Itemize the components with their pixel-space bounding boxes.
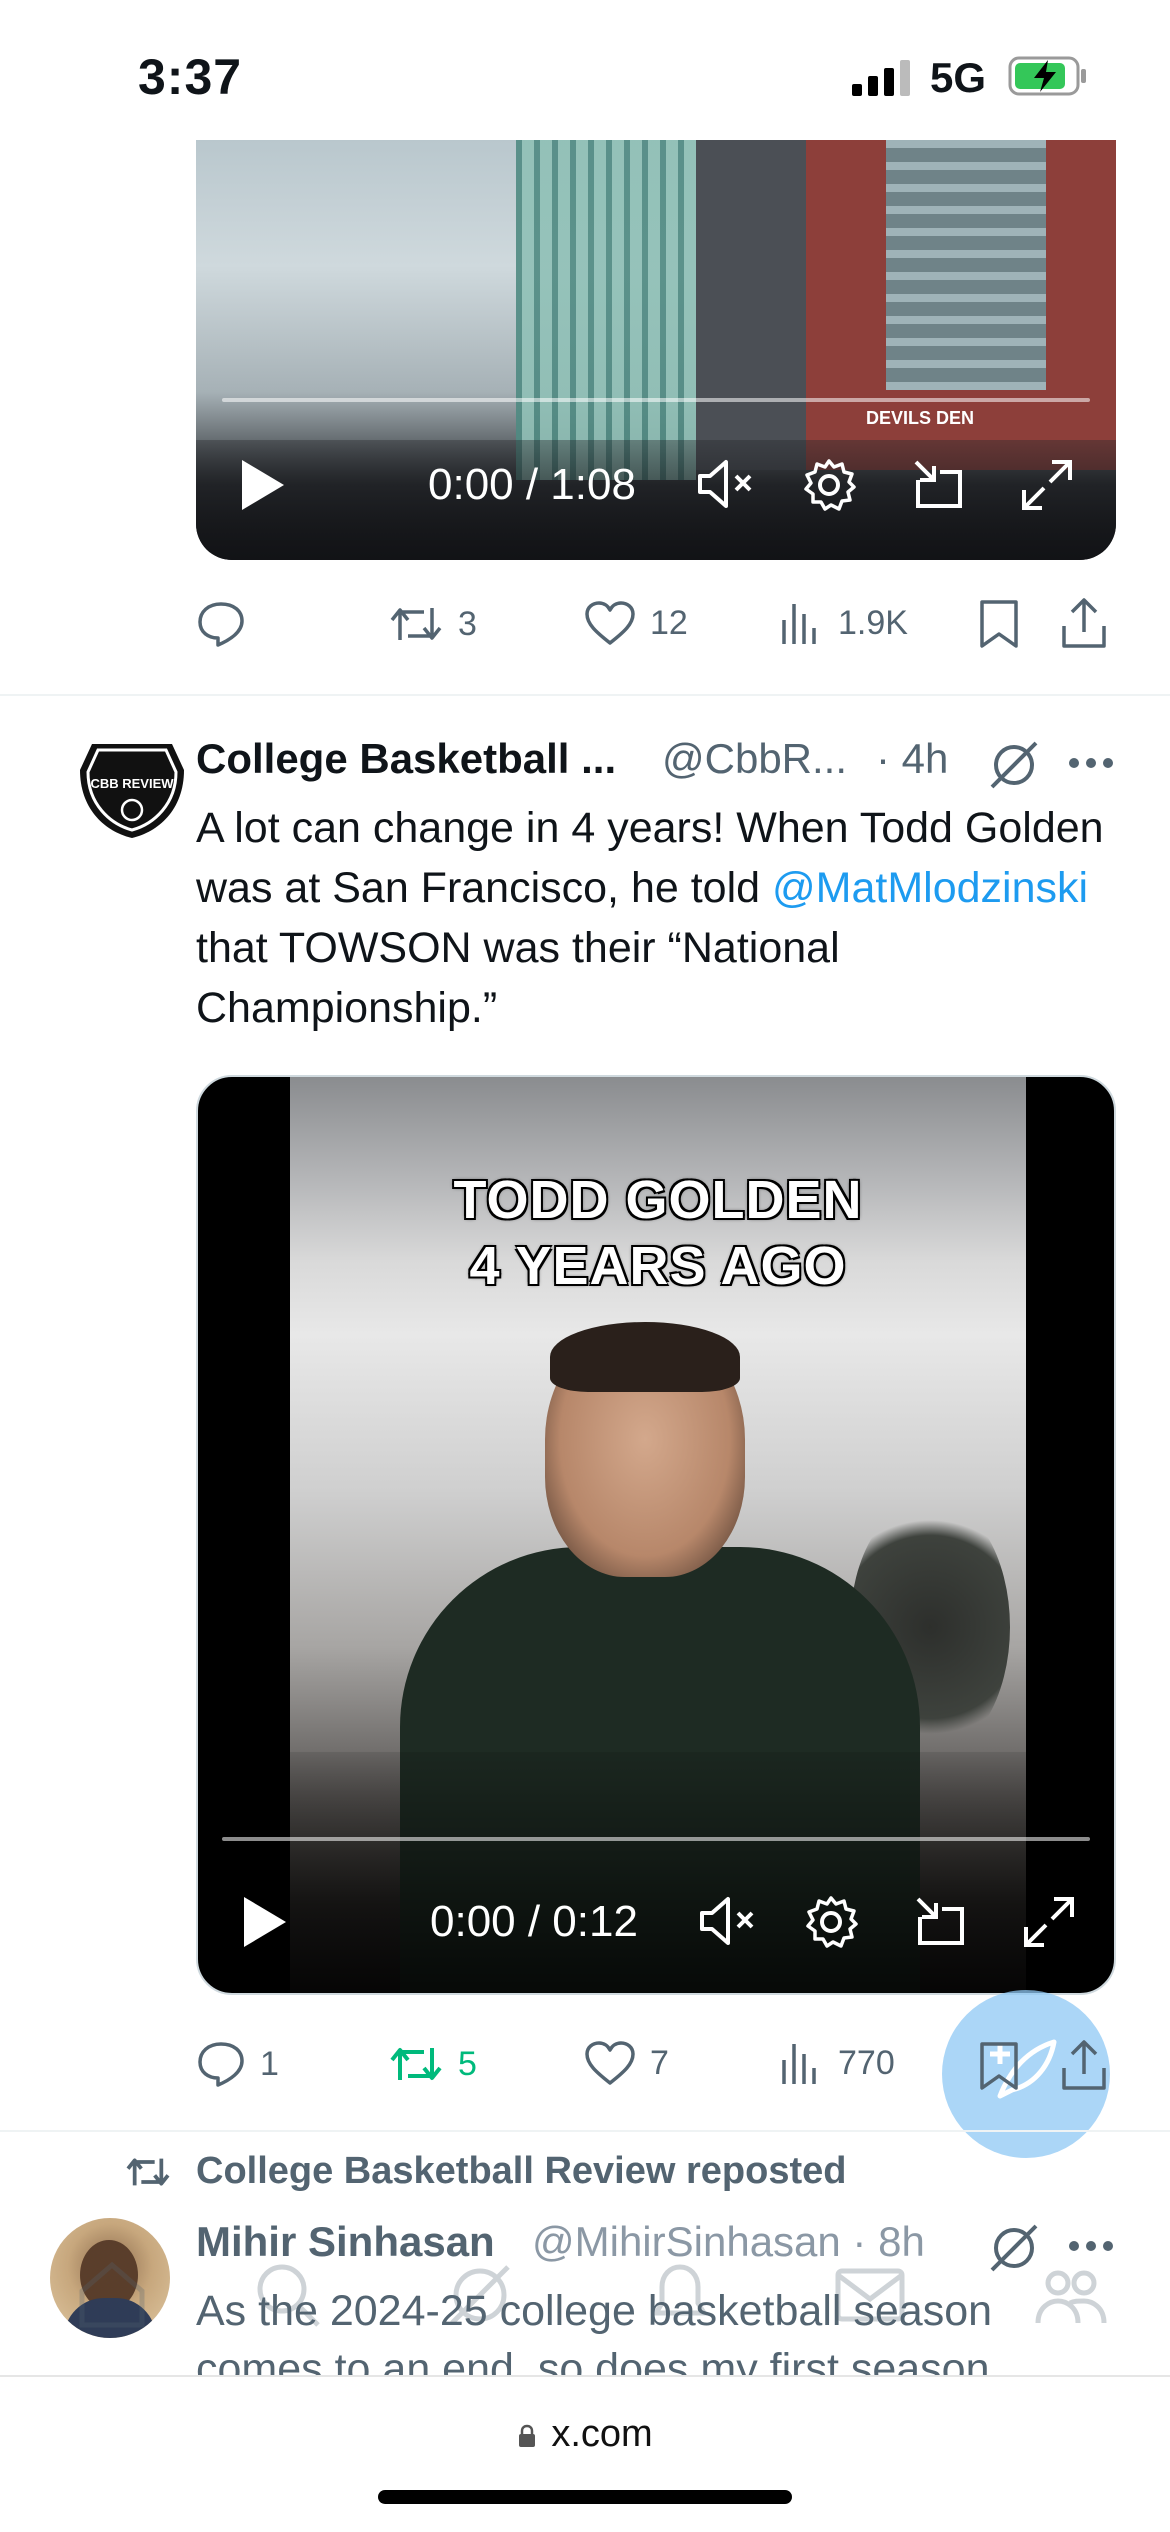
avatar-text: CBB REVIEW xyxy=(90,776,174,791)
grok-icon[interactable] xyxy=(986,737,1042,793)
video-frame: TODD GOLDEN 4 YEARS AGO xyxy=(290,1077,1026,1993)
cbb-review-avatar[interactable]: CBB REVIEW xyxy=(72,740,192,840)
video-progress-bar[interactable] xyxy=(222,1837,1090,1841)
share-icon[interactable] xyxy=(1060,596,1108,650)
bookmark-icon[interactable] xyxy=(978,2040,1020,2092)
home-icon[interactable] xyxy=(72,2255,152,2335)
reply-button[interactable] xyxy=(196,600,260,648)
url-display[interactable]: x.com xyxy=(0,2413,1170,2456)
tweet-text-part2: that TOWSON was their “National Champion… xyxy=(196,924,840,1032)
reply-count: 1 xyxy=(260,2044,279,2083)
repost-icon xyxy=(390,2048,442,2080)
tweet2-video[interactable]: TODD GOLDEN 4 YEARS AGO 0:00 / 0:12 xyxy=(196,1075,1116,1995)
cellular-signal-icon xyxy=(852,60,910,96)
url-text: x.com xyxy=(551,2413,653,2455)
video-caption-line2: 4 YEARS AGO xyxy=(469,1236,847,1296)
repost-icon xyxy=(390,608,442,640)
like-button[interactable]: 12 xyxy=(584,600,688,646)
author-name[interactable]: College Basketball ... xyxy=(196,735,616,783)
video-shade xyxy=(290,1752,1026,1993)
heart-icon xyxy=(585,2041,635,2085)
views-bar-chart-icon xyxy=(782,604,816,644)
tweet-time[interactable]: · 4h xyxy=(876,735,948,783)
like-count: 7 xyxy=(650,2043,669,2082)
repost-count: 3 xyxy=(458,604,477,643)
video-progress-bar[interactable] xyxy=(222,398,1090,402)
author-handle[interactable]: @CbbR... xyxy=(662,735,847,783)
tweet1-video[interactable]: DEVILS DEN 0:00 / 1:08 xyxy=(196,140,1116,560)
repost-count: 5 xyxy=(458,2044,477,2083)
video-caption-line1: TODD GOLDEN xyxy=(453,1170,863,1230)
search-icon[interactable] xyxy=(248,2255,328,2335)
status-time: 3:37 xyxy=(138,49,243,105)
like-count: 12 xyxy=(650,603,688,642)
communities-icon[interactable] xyxy=(1030,2255,1110,2335)
repost-indicator[interactable]: College Basketball Review reposted xyxy=(124,2150,846,2193)
tweet-divider xyxy=(0,2130,1170,2132)
bottom-tab-bar xyxy=(0,2255,1170,2375)
picture-in-picture-icon[interactable] xyxy=(912,458,966,512)
views-count: 770 xyxy=(838,2043,895,2082)
battery-charging-icon xyxy=(1008,56,1086,96)
video-scene-sign: DEVILS DEN xyxy=(866,408,975,428)
tweet-divider xyxy=(0,694,1170,696)
video-time: 0:00 / 0:12 xyxy=(430,1897,638,1946)
repost-indicator-text: College Basketball Review reposted xyxy=(196,2150,847,2192)
network-type: 5G xyxy=(930,54,987,101)
muted-icon[interactable] xyxy=(698,1895,758,1947)
play-icon[interactable] xyxy=(242,1895,288,1949)
reply-icon xyxy=(198,2042,244,2087)
browser-url-bar[interactable]: x.com xyxy=(0,2375,1170,2532)
status-bar: 3:37 5G xyxy=(0,0,1170,140)
share-icon[interactable] xyxy=(1060,2038,1108,2092)
messages-envelope-icon[interactable] xyxy=(830,2255,910,2335)
video-scene-crowd xyxy=(196,440,1116,560)
tweet1-action-bar: 3 12 1.9K xyxy=(196,590,1116,660)
fullscreen-icon[interactable] xyxy=(1020,458,1074,512)
video-caption: TODD GOLDEN 4 YEARS AGO xyxy=(290,1167,1026,1299)
video-scene-glass-tower xyxy=(516,140,696,480)
muted-icon[interactable] xyxy=(696,458,756,510)
notifications-bell-icon[interactable] xyxy=(640,2255,720,2335)
video-scene-person-hair xyxy=(550,1322,740,1392)
play-icon[interactable] xyxy=(240,458,286,512)
fullscreen-icon[interactable] xyxy=(1022,1895,1076,1949)
reply-button[interactable]: 1 xyxy=(196,2040,279,2088)
picture-in-picture-icon[interactable] xyxy=(914,1895,968,1949)
repost-button[interactable]: 5 xyxy=(388,2040,477,2088)
views-button[interactable]: 770 xyxy=(780,2040,895,2086)
tweet2-header: College Basketball ... @CbbR... · 4h xyxy=(196,735,1136,795)
like-button[interactable]: 7 xyxy=(584,2040,669,2086)
grok-tab-icon[interactable] xyxy=(440,2255,520,2335)
home-indicator[interactable] xyxy=(378,2490,792,2504)
heart-icon xyxy=(585,601,635,645)
more-options-icon[interactable] xyxy=(1066,735,1116,791)
settings-gear-icon[interactable] xyxy=(802,458,856,512)
lock-icon xyxy=(519,2424,536,2447)
views-button[interactable]: 1.9K xyxy=(780,600,908,646)
video-scene-building xyxy=(696,140,806,470)
repost-button[interactable]: 3 xyxy=(388,600,477,648)
repost-icon xyxy=(126,2157,170,2186)
video-time: 0:00 / 1:08 xyxy=(428,460,636,509)
views-bar-chart-icon xyxy=(782,2044,816,2084)
settings-gear-icon[interactable] xyxy=(804,1895,858,1949)
video-scene-windows xyxy=(886,140,1046,390)
reply-icon xyxy=(198,602,244,647)
bookmark-icon[interactable] xyxy=(978,598,1020,650)
tweet2-text: A lot can change in 4 years! When Todd G… xyxy=(196,798,1116,1038)
mention-link[interactable]: @MatMlodzinski xyxy=(772,864,1088,912)
views-count: 1.9K xyxy=(838,603,908,642)
